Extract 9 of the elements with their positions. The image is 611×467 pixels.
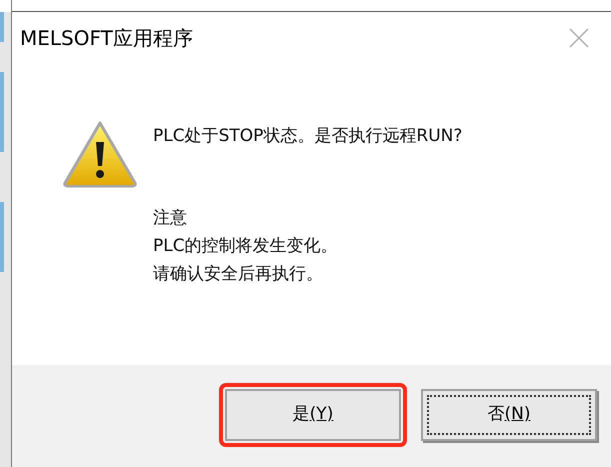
window-title: MELSOFT应用程序 [20, 25, 193, 52]
note-heading: 注意 [153, 207, 188, 230]
note-text: PLC的控制将发生变化。 [153, 235, 339, 258]
close-icon[interactable] [569, 28, 589, 48]
dialog-button[interactable]: 否(N) [421, 389, 597, 441]
note-text: 请确认安全后再执行。 [153, 263, 324, 286]
message-text: PLC处于STOP状态。是否执行远程RUN? [153, 125, 462, 148]
warning-icon [62, 120, 138, 188]
dialog-button[interactable]: 是(Y) [225, 389, 401, 441]
